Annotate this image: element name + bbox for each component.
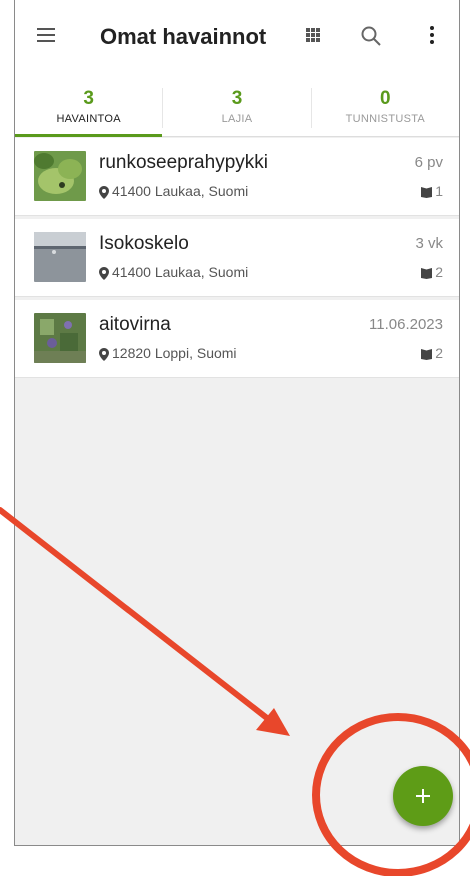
observation-count: 2 bbox=[421, 345, 443, 361]
observation-name: aitovirna bbox=[99, 314, 171, 335]
grid-view-icon[interactable] bbox=[306, 28, 322, 44]
tab-bar: 3 HAVAINTOA 3 LAJIA 0 TUNNISTUSTA bbox=[15, 80, 459, 137]
observation-thumbnail bbox=[34, 232, 86, 282]
observation-time: 11.06.2023 bbox=[369, 316, 443, 333]
add-observation-button[interactable] bbox=[393, 766, 453, 826]
observation-name: Isokoskelo bbox=[99, 233, 189, 254]
tab-count: 3 bbox=[231, 88, 243, 109]
tab-tunnistusta[interactable]: 0 TUNNISTUSTA bbox=[312, 80, 459, 136]
tab-label: HAVAINTOA bbox=[56, 113, 121, 125]
location-pin-icon bbox=[99, 266, 109, 280]
book-icon bbox=[421, 187, 433, 199]
search-icon[interactable] bbox=[360, 25, 382, 52]
observation-count: 1 bbox=[421, 183, 443, 199]
tab-label: TUNNISTUSTA bbox=[345, 113, 426, 125]
observation-time: 6 pv bbox=[414, 154, 443, 171]
list-item[interactable]: aitovirna 12820 Loppi, Suomi 11.06.2023 … bbox=[15, 300, 459, 378]
observation-thumbnail bbox=[34, 313, 86, 363]
hamburger-menu-icon[interactable] bbox=[37, 28, 57, 44]
observation-name: runkoseeprahypykki bbox=[99, 152, 268, 173]
list-item[interactable]: Isokoskelo 41400 Laukaa, Suomi 3 vk 2 bbox=[15, 219, 459, 297]
tab-label: LAJIA bbox=[221, 113, 253, 125]
location-pin-icon bbox=[99, 347, 109, 361]
observation-location: 12820 Loppi, Suomi bbox=[99, 345, 237, 361]
observation-location: 41400 Laukaa, Suomi bbox=[99, 264, 248, 280]
observation-time: 3 vk bbox=[415, 235, 443, 252]
tab-count: 0 bbox=[380, 88, 391, 109]
tab-count: 3 bbox=[83, 88, 94, 109]
list-item[interactable]: runkoseeprahypykki 41400 Laukaa, Suomi 6… bbox=[15, 138, 459, 216]
book-icon bbox=[421, 268, 433, 280]
observation-list: runkoseeprahypykki 41400 Laukaa, Suomi 6… bbox=[15, 138, 459, 381]
app-bar: Omat havainnot bbox=[15, 0, 459, 80]
page-title: Omat havainnot bbox=[100, 24, 267, 49]
tab-lajia[interactable]: 3 LAJIA bbox=[163, 80, 310, 136]
observation-thumbnail bbox=[34, 151, 86, 201]
book-icon bbox=[421, 349, 433, 361]
app-screen: Omat havainnot 3 HAVAINTOA 3 LAJIA 0 TUN… bbox=[14, 0, 460, 846]
observation-location: 41400 Laukaa, Suomi bbox=[99, 183, 248, 199]
location-pin-icon bbox=[99, 185, 109, 199]
tab-havaintoa[interactable]: 3 HAVAINTOA bbox=[15, 80, 163, 137]
observation-count: 2 bbox=[421, 264, 443, 280]
plus-icon bbox=[416, 789, 430, 803]
more-options-icon[interactable] bbox=[429, 26, 435, 46]
